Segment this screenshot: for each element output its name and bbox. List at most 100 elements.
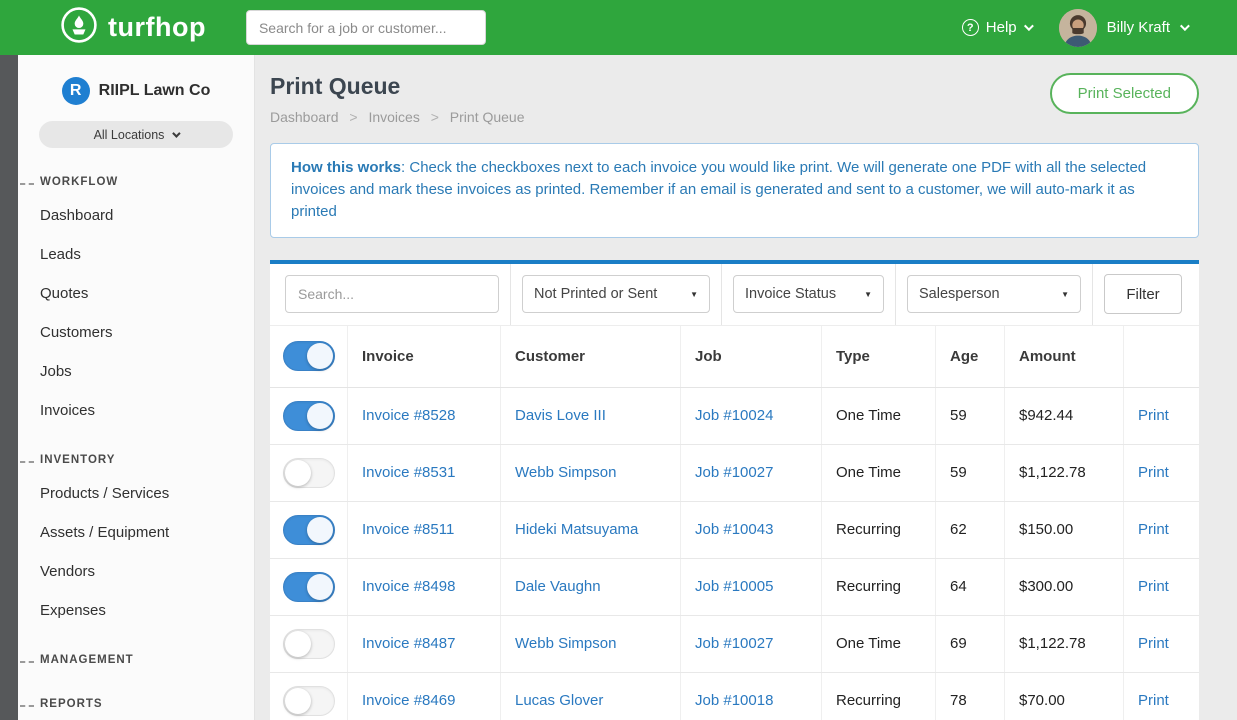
breadcrumb-separator: > [431, 109, 439, 125]
customer-link[interactable]: Webb Simpson [515, 464, 616, 481]
print-link[interactable]: Print [1138, 578, 1169, 595]
sidebar-item-jobs[interactable]: Jobs [18, 352, 254, 391]
print-link[interactable]: Print [1138, 407, 1169, 424]
table-search-input[interactable] [285, 275, 499, 313]
user-menu[interactable]: Billy Kraft [1059, 9, 1187, 47]
printed-status-dropdown[interactable]: Not Printed or Sent ▼ [522, 275, 710, 313]
dropdown-value: Salesperson [919, 286, 1000, 302]
sidebar-item-expenses[interactable]: Expenses [18, 591, 254, 630]
print-queue-card: Not Printed or Sent ▼ Invoice Status ▼ S… [270, 260, 1199, 720]
nav-section-label: INVENTORY [18, 444, 254, 474]
job-link[interactable]: Job #10005 [695, 578, 773, 595]
row-select-toggle[interactable] [283, 629, 335, 659]
how-this-works-notice: How this works: Check the checkboxes nex… [270, 143, 1199, 238]
salesperson-dropdown[interactable]: Salesperson ▼ [907, 275, 1081, 313]
table-row: Invoice #8469 Lucas Glover Job #10018 Re… [270, 673, 1199, 720]
row-select-toggle[interactable] [283, 572, 335, 602]
invoice-age: 78 [936, 673, 1005, 720]
row-select-toggle[interactable] [283, 401, 335, 431]
invoice-link[interactable]: Invoice #8487 [362, 635, 455, 652]
invoice-amount: $150.00 [1005, 502, 1124, 558]
user-avatar [1059, 9, 1097, 47]
invoice-age: 64 [936, 559, 1005, 615]
column-header-job: Job [681, 326, 822, 387]
job-link[interactable]: Job #10043 [695, 521, 773, 538]
breadcrumb: Dashboard > Invoices > Print Queue [270, 109, 525, 125]
filter-button[interactable]: Filter [1104, 274, 1182, 314]
row-select-toggle[interactable] [283, 686, 335, 716]
sidebar-item-quotes[interactable]: Quotes [18, 274, 254, 313]
main-content: Print Queue Dashboard > Invoices > Print… [255, 55, 1237, 720]
sidebar-item-customers[interactable]: Customers [18, 313, 254, 352]
help-icon: ? [962, 19, 979, 36]
customer-link[interactable]: Lucas Glover [515, 692, 603, 709]
chevron-down-icon [173, 129, 181, 137]
sidebar-item-dashboard[interactable]: Dashboard [18, 196, 254, 235]
global-search-input[interactable] [246, 10, 486, 45]
filter-bar: Not Printed or Sent ▼ Invoice Status ▼ S… [270, 264, 1199, 326]
invoice-age: 59 [936, 445, 1005, 501]
sidebar-item-assets-equipment[interactable]: Assets / Equipment [18, 513, 254, 552]
sidebar-item-vendors[interactable]: Vendors [18, 552, 254, 591]
sidebar-item-leads[interactable]: Leads [18, 235, 254, 274]
print-link[interactable]: Print [1138, 464, 1169, 481]
locations-label: All Locations [94, 128, 165, 142]
customer-link[interactable]: Hideki Matsuyama [515, 521, 638, 538]
column-header-actions [1124, 326, 1199, 387]
brand-name: turfhop [108, 12, 206, 43]
breadcrumb-dashboard[interactable]: Dashboard [270, 109, 339, 125]
sidebar: R RIIPL Lawn Co All Locations WORKFLOW D… [18, 55, 255, 720]
table-row: Invoice #8531 Webb Simpson Job #10027 On… [270, 445, 1199, 502]
job-link[interactable]: Job #10024 [695, 407, 773, 424]
customer-link[interactable]: Dale Vaughn [515, 578, 601, 595]
invoice-link[interactable]: Invoice #8528 [362, 407, 455, 424]
nav-section-label: REPORTS [18, 688, 254, 718]
invoice-link[interactable]: Invoice #8531 [362, 464, 455, 481]
help-menu[interactable]: ? Help [962, 19, 1031, 36]
row-select-toggle[interactable] [283, 458, 335, 488]
chevron-down-icon [1024, 21, 1034, 31]
invoice-amount: $942.44 [1005, 388, 1124, 444]
table-row: Invoice #8511 Hideki Matsuyama Job #1004… [270, 502, 1199, 559]
job-link[interactable]: Job #10027 [695, 464, 773, 481]
invoice-amount: $1,122.78 [1005, 616, 1124, 672]
print-link[interactable]: Print [1138, 635, 1169, 652]
column-header-age: Age [936, 326, 1005, 387]
sidebar-item-invoices[interactable]: Invoices [18, 391, 254, 430]
table-row: Invoice #8498 Dale Vaughn Job #10005 Rec… [270, 559, 1199, 616]
print-selected-button[interactable]: Print Selected [1050, 73, 1199, 114]
customer-link[interactable]: Webb Simpson [515, 635, 616, 652]
column-header-invoice: Invoice [348, 326, 501, 387]
invoice-link[interactable]: Invoice #8469 [362, 692, 455, 709]
brand-logo[interactable]: turfhop [60, 6, 206, 49]
locations-selector[interactable]: All Locations [39, 121, 233, 148]
invoice-type: Recurring [822, 559, 936, 615]
row-select-toggle[interactable] [283, 515, 335, 545]
job-link[interactable]: Job #10018 [695, 692, 773, 709]
print-link[interactable]: Print [1138, 521, 1169, 538]
column-header-type: Type [822, 326, 936, 387]
job-link[interactable]: Job #10027 [695, 635, 773, 652]
dropdown-value: Not Printed or Sent [534, 286, 657, 302]
invoice-type: One Time [822, 445, 936, 501]
company-header[interactable]: R RIIPL Lawn Co [18, 73, 254, 121]
invoice-link[interactable]: Invoice #8498 [362, 578, 455, 595]
print-link[interactable]: Print [1138, 692, 1169, 709]
table-row: Invoice #8487 Webb Simpson Job #10027 On… [270, 616, 1199, 673]
sidebar-item-products-services[interactable]: Products / Services [18, 474, 254, 513]
column-header-customer: Customer [501, 326, 681, 387]
customer-link[interactable]: Davis Love III [515, 407, 606, 424]
invoice-link[interactable]: Invoice #8511 [362, 521, 454, 538]
page-title: Print Queue [270, 73, 525, 100]
turfhop-logo-icon [60, 6, 98, 49]
invoice-amount: $70.00 [1005, 673, 1124, 720]
nav-section-management: MANAGEMENT [18, 644, 254, 674]
breadcrumb-invoices[interactable]: Invoices [368, 109, 419, 125]
select-all-toggle[interactable] [283, 341, 335, 371]
invoice-status-dropdown[interactable]: Invoice Status ▼ [733, 275, 884, 313]
chevron-down-icon [1180, 21, 1190, 31]
invoice-type: One Time [822, 388, 936, 444]
column-header-amount: Amount [1005, 326, 1124, 387]
breadcrumb-print-queue: Print Queue [450, 109, 525, 125]
left-edge-strip [0, 55, 18, 720]
